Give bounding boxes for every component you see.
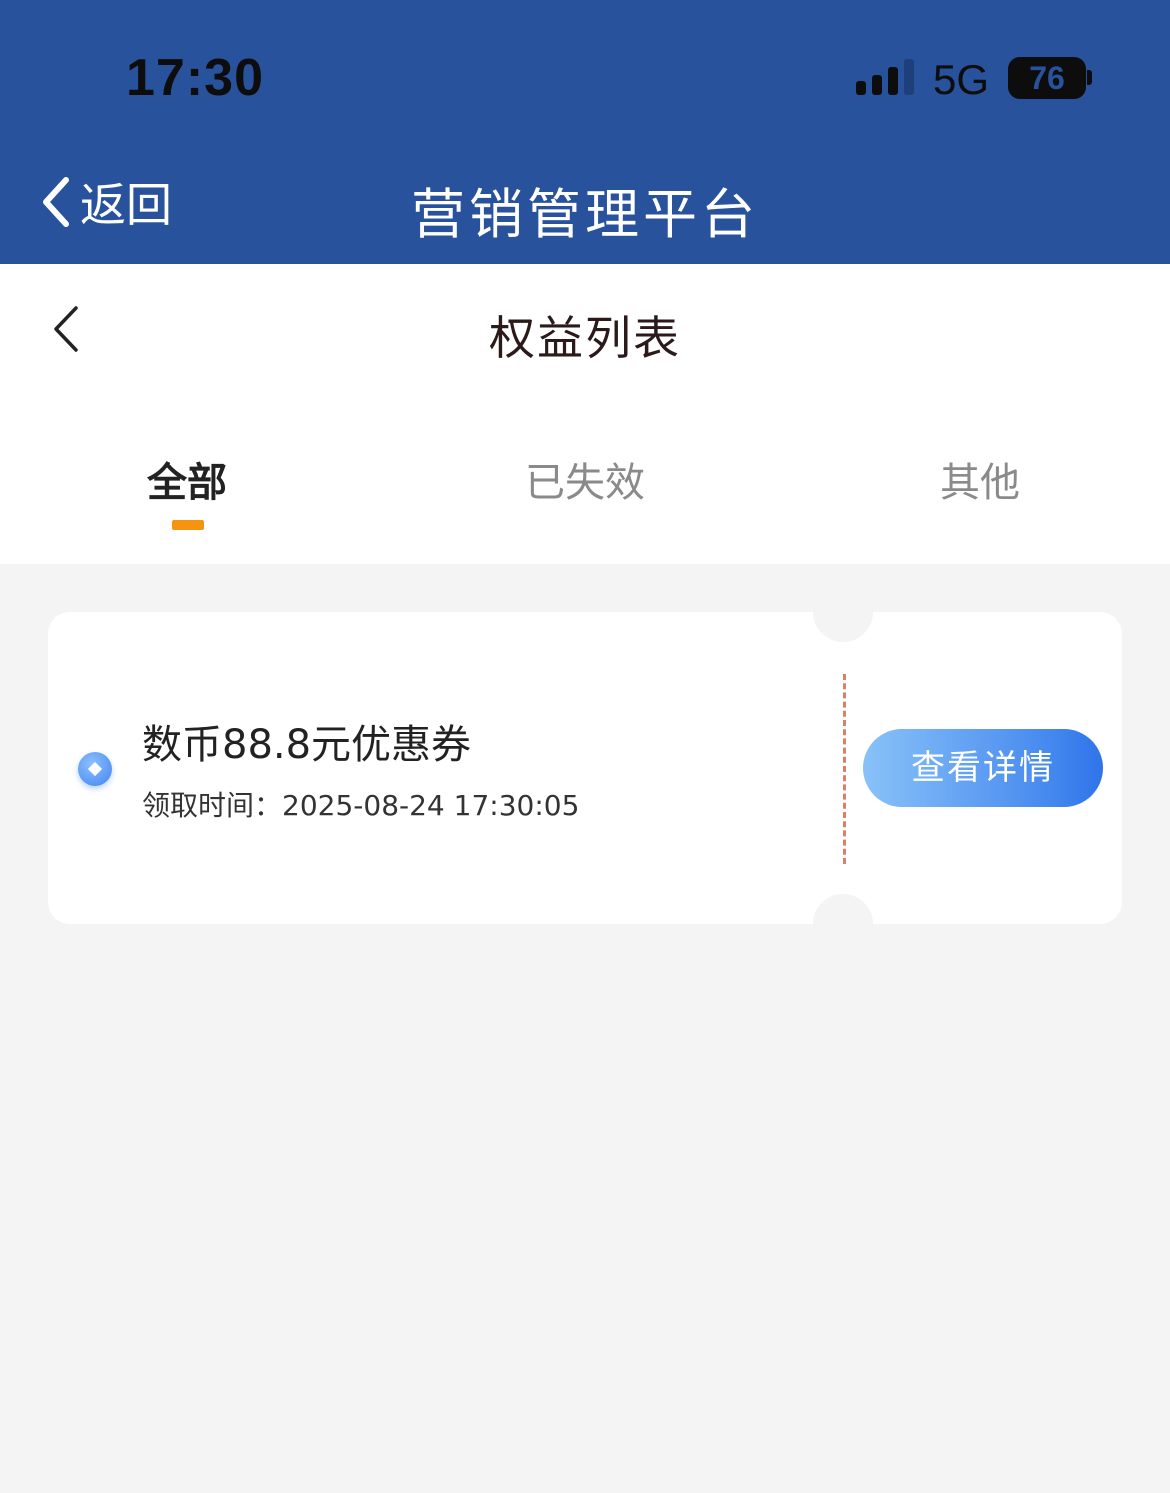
claim-time-label: 领取时间：	[142, 789, 283, 822]
coupon-divider	[843, 674, 846, 864]
battery-tip	[1087, 70, 1092, 85]
active-tab-indicator	[172, 520, 204, 530]
app-title: 营销管理平台	[411, 183, 759, 246]
page-title: 权益列表	[489, 311, 681, 365]
page-header: 权益列表 全部 已失效 其他	[0, 264, 1170, 564]
card-notch-bottom	[813, 894, 873, 954]
claim-time-value: 2025-08-24 17:30:05	[282, 789, 580, 822]
cellular-signal-icon	[856, 59, 914, 95]
status-time: 17:30	[126, 49, 264, 107]
digital-coin-icon	[78, 752, 112, 786]
tab-other[interactable]: 其他	[860, 450, 1100, 508]
network-type: 5G	[933, 56, 990, 103]
battery-icon: 76	[1008, 57, 1086, 99]
tab-all[interactable]: 全部	[67, 450, 307, 508]
coupon-card: 数币88.8元优惠券 领取时间：2025-08-24 17:30:05 查看详情	[48, 582, 1122, 954]
view-details-button[interactable]: 查看详情	[863, 729, 1103, 807]
card-notch-top	[813, 582, 873, 642]
app-header: 17:30 5G 76 返回 营销管理平台	[0, 0, 1170, 264]
claim-time: 领取时间：2025-08-24 17:30:05	[142, 784, 579, 824]
coupon-name: 数币88.8元优惠券	[142, 722, 472, 768]
tab-expired[interactable]: 已失效	[465, 450, 705, 508]
